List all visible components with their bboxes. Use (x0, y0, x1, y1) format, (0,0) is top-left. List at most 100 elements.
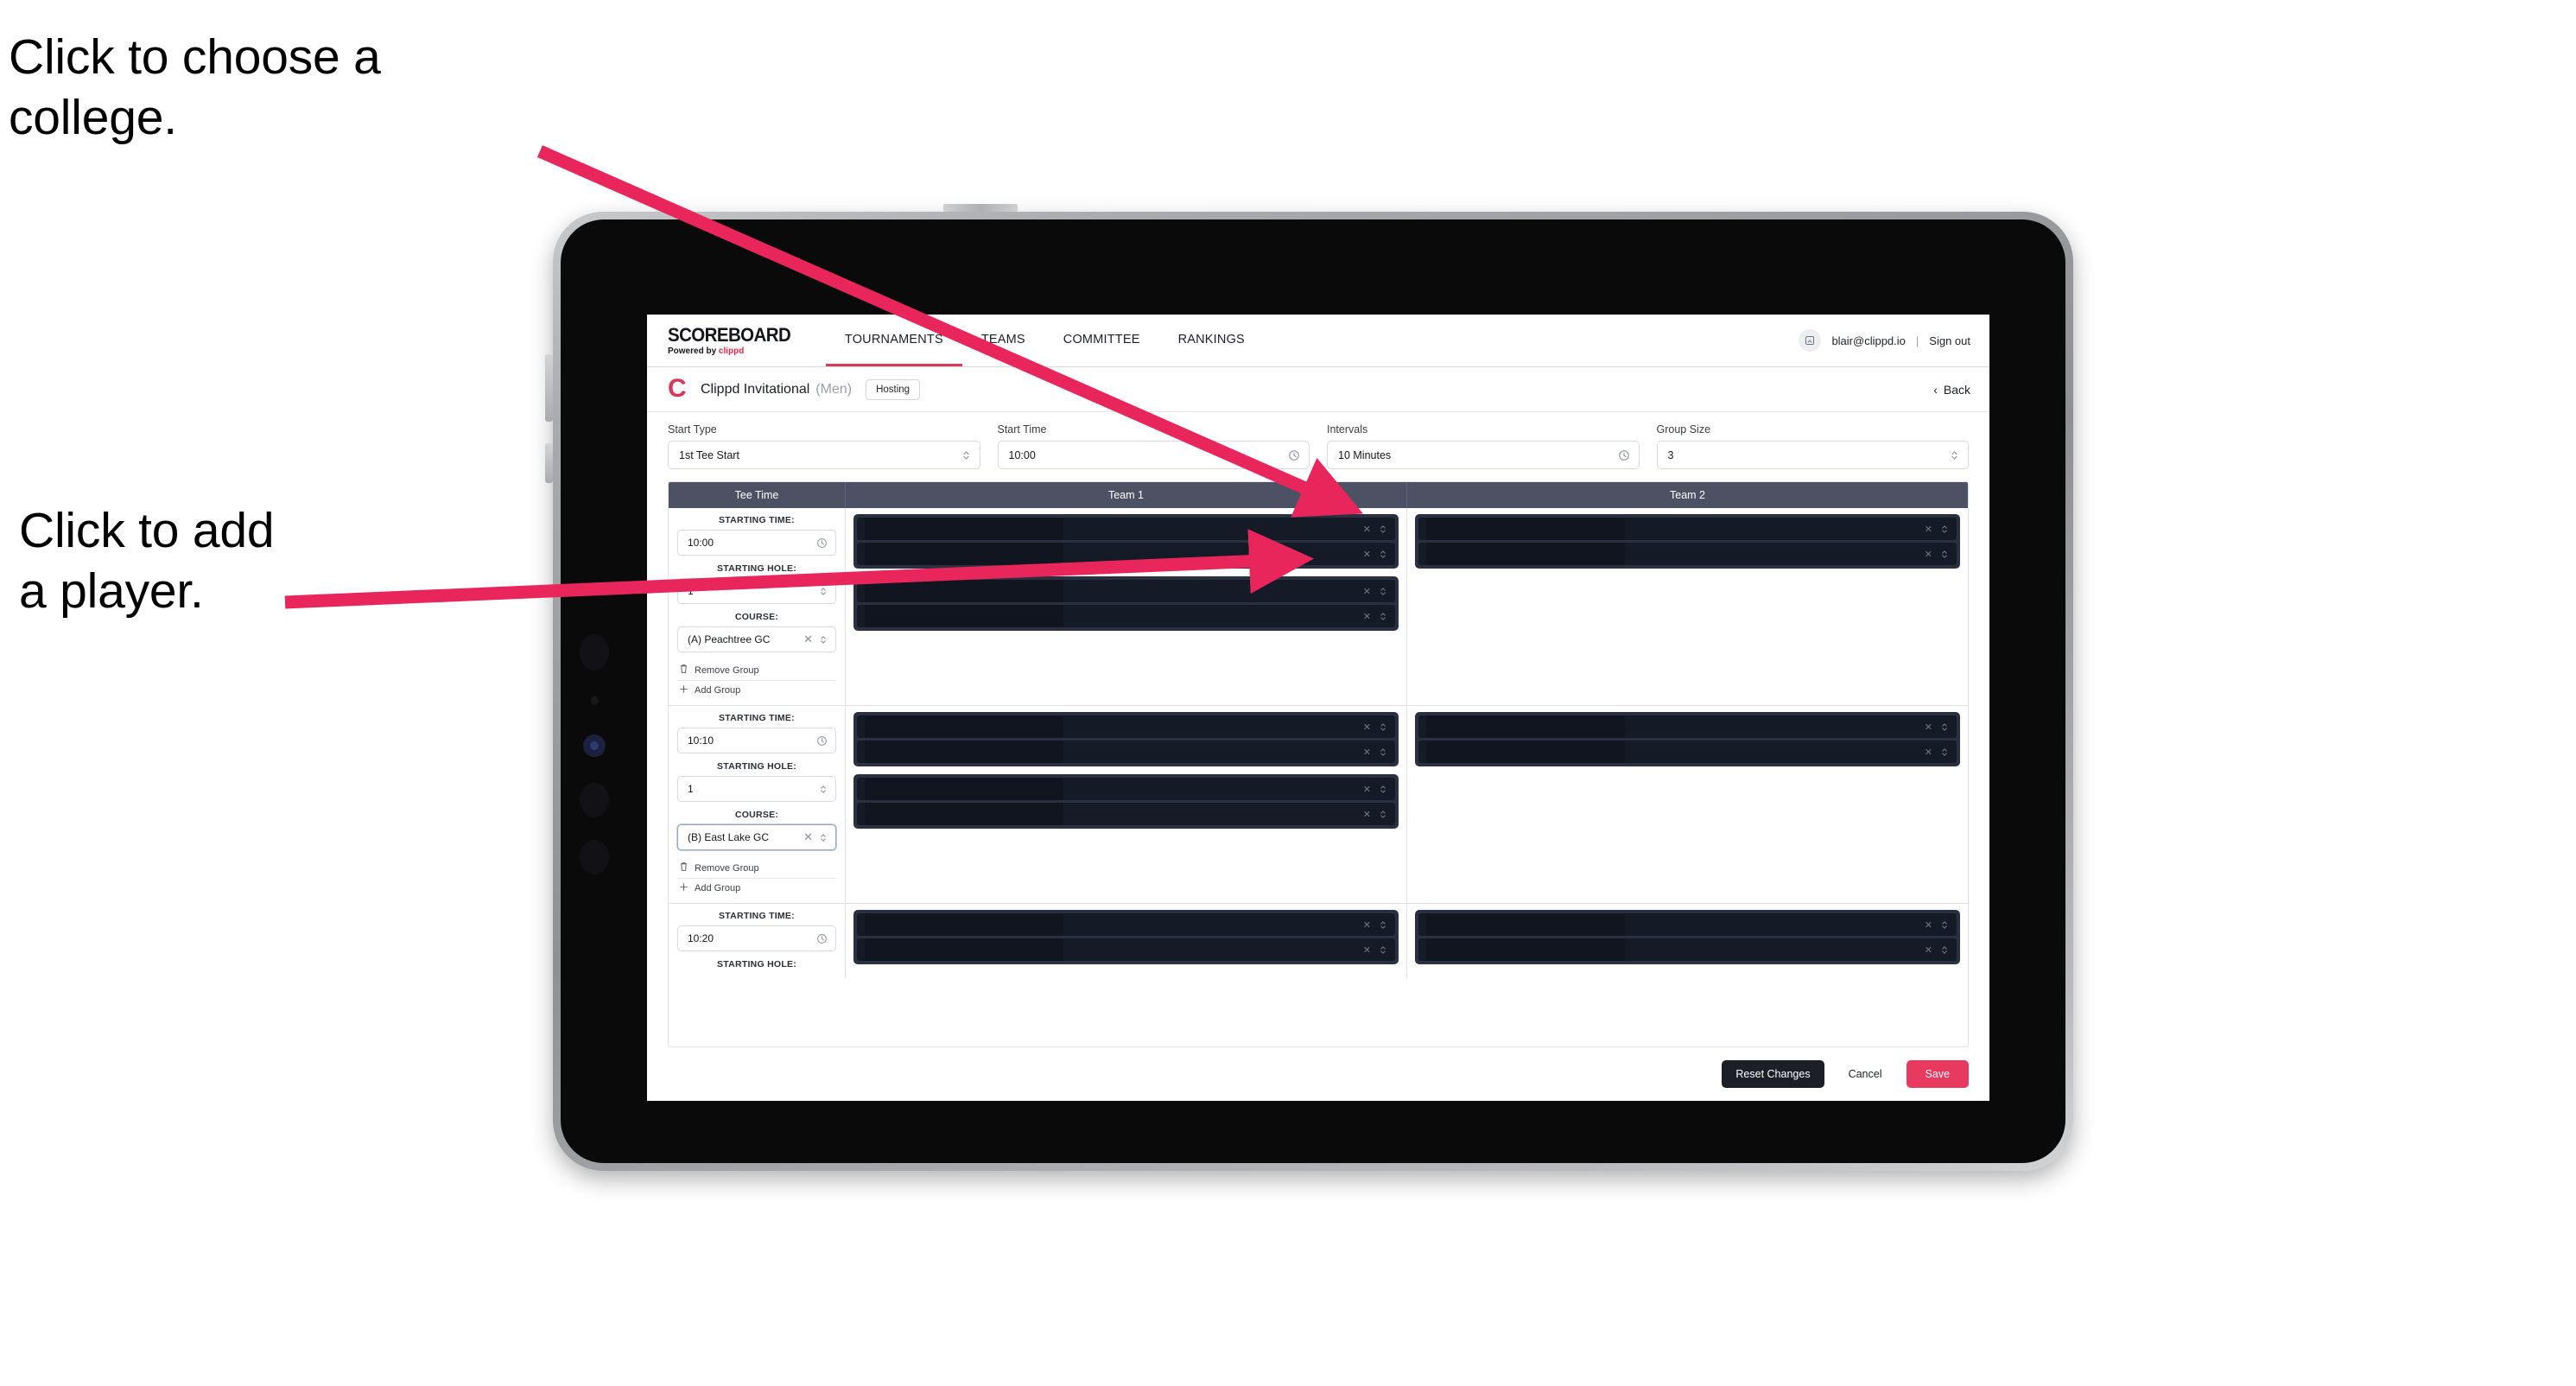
course-select[interactable]: (A) Peachtree GC ✕ (677, 626, 836, 652)
remove-group-button[interactable]: Remove Group (677, 660, 836, 681)
team-2-cell: ✕ ✕ (1407, 706, 1968, 903)
close-icon[interactable]: ✕ (1925, 722, 1932, 733)
team-1-cell: ✕ ✕ ✕ ✕ (846, 508, 1407, 705)
starting-hole-value: 1 (688, 783, 694, 795)
intervals-input[interactable]: 10 Minutes (1327, 441, 1640, 469)
save-button[interactable]: Save (1906, 1060, 1969, 1088)
close-icon[interactable]: ✕ (803, 633, 813, 646)
nav-tabs: TOURNAMENTS TEAMS COMMITTEE RANKINGS (825, 315, 1264, 366)
user-avatar-icon[interactable] (1799, 329, 1822, 352)
start-time-value: 10:00 (1008, 448, 1036, 461)
tee-time-group-row: STARTING TIME: 10:20 STARTING HOLE: ✕ ✕ ✕ ✕ (669, 904, 1968, 979)
close-icon[interactable]: ✕ (803, 830, 813, 844)
player-row[interactable]: ✕ (857, 741, 1395, 763)
player-row[interactable]: ✕ (857, 778, 1395, 800)
course-value: (B) East Lake GC (688, 831, 770, 843)
close-icon[interactable]: ✕ (1363, 784, 1371, 795)
player-row[interactable]: ✕ (857, 913, 1395, 936)
stepper-icon (819, 586, 828, 597)
close-icon[interactable]: ✕ (1363, 944, 1371, 956)
nav-tab-tournaments[interactable]: TOURNAMENTS (825, 315, 962, 366)
starting-time-input[interactable]: 10:00 (677, 530, 836, 556)
add-group-label: Add Group (695, 883, 741, 893)
close-icon[interactable]: ✕ (1925, 919, 1932, 931)
nav-tab-rankings[interactable]: RANKINGS (1159, 315, 1264, 366)
player-row[interactable]: ✕ (857, 580, 1395, 602)
stepper-icon[interactable] (1940, 524, 1949, 535)
close-icon[interactable]: ✕ (1925, 944, 1932, 956)
chevron-left-icon: ‹ (1933, 382, 1938, 397)
add-group-button[interactable]: Add Group (677, 879, 836, 898)
player-row[interactable]: ✕ (857, 518, 1395, 540)
close-icon[interactable]: ✕ (1925, 524, 1932, 535)
start-time-input[interactable]: 10:00 (997, 441, 1310, 469)
tournament-gender: (Men) (815, 381, 853, 397)
stepper-icon[interactable] (1379, 944, 1387, 956)
trash-icon (679, 861, 688, 874)
close-icon[interactable]: ✕ (1363, 611, 1371, 622)
stepper-icon (961, 449, 971, 461)
group-size-select[interactable]: 3 (1656, 441, 1969, 469)
reset-changes-button[interactable]: Reset Changes (1722, 1060, 1824, 1088)
sign-out-link[interactable]: Sign out (1929, 334, 1970, 347)
stepper-icon[interactable] (1379, 747, 1387, 758)
starting-hole-input[interactable]: 1 (677, 776, 836, 802)
table-header-row: Tee Time Team 1 Team 2 (669, 482, 1968, 508)
stepper-icon[interactable] (1940, 919, 1949, 931)
stepper-icon[interactable] (1379, 784, 1387, 795)
player-row[interactable]: ✕ (1418, 741, 1957, 763)
stepper-icon[interactable] (1940, 944, 1949, 956)
player-row[interactable]: ✕ (857, 543, 1395, 565)
player-name-redacted (1426, 741, 1625, 763)
remove-group-button[interactable]: Remove Group (677, 858, 836, 879)
stepper-icon[interactable] (1379, 809, 1387, 820)
control-intervals: Intervals 10 Minutes (1327, 423, 1640, 469)
cancel-button[interactable]: Cancel (1837, 1060, 1894, 1088)
stepper-icon[interactable] (1379, 549, 1387, 560)
player-row[interactable]: ✕ (1418, 938, 1957, 961)
close-icon[interactable]: ✕ (1925, 549, 1932, 560)
starting-hole-input[interactable]: 1 (677, 578, 836, 604)
tablet-top-port-icon (943, 204, 1018, 212)
starting-time-input[interactable]: 10:20 (677, 925, 836, 951)
control-start-type-label: Start Type (668, 423, 717, 436)
stepper-icon[interactable] (1379, 919, 1387, 931)
starting-hole-label: STARTING HOLE: (717, 959, 796, 970)
stepper-icon[interactable] (1940, 747, 1949, 758)
player-row[interactable]: ✕ (1418, 715, 1957, 738)
close-icon[interactable]: ✕ (1363, 747, 1371, 758)
player-row[interactable]: ✕ (857, 605, 1395, 627)
footer-actions: Reset Changes Cancel Save (647, 1047, 1989, 1101)
stepper-icon[interactable] (1940, 722, 1949, 733)
close-icon[interactable]: ✕ (1363, 524, 1371, 535)
player-row[interactable]: ✕ (857, 715, 1395, 738)
nav-tab-committee[interactable]: COMMITTEE (1044, 315, 1159, 366)
nav-tab-teams[interactable]: TEAMS (962, 315, 1044, 366)
stepper-icon[interactable] (1379, 524, 1387, 535)
close-icon[interactable]: ✕ (1363, 549, 1371, 560)
stepper-icon[interactable] (1379, 611, 1387, 622)
course-select[interactable]: (B) East Lake GC ✕ (677, 824, 836, 850)
close-icon[interactable]: ✕ (1363, 919, 1371, 931)
player-row[interactable]: ✕ (1418, 518, 1957, 540)
starting-time-input[interactable]: 10:10 (677, 728, 836, 753)
back-button[interactable]: ‹ Back (1933, 383, 1970, 397)
start-type-select[interactable]: 1st Tee Start (668, 441, 980, 469)
close-icon[interactable]: ✕ (1363, 722, 1371, 733)
stepper-icon[interactable] (1379, 722, 1387, 733)
player-row[interactable]: ✕ (857, 938, 1395, 961)
stepper-icon[interactable] (1940, 549, 1949, 560)
starting-hole-label: STARTING HOLE: (717, 761, 796, 772)
close-icon[interactable]: ✕ (1363, 586, 1371, 597)
table-body: STARTING TIME: 10:00 STARTING HOLE: 1 COURSE… (669, 508, 1968, 1046)
player-row[interactable]: ✕ (857, 803, 1395, 825)
player-row[interactable]: ✕ (1418, 913, 1957, 936)
close-icon[interactable]: ✕ (1925, 747, 1932, 758)
close-icon[interactable]: ✕ (1363, 809, 1371, 820)
stepper-icon[interactable] (1379, 586, 1387, 597)
brand-title: SCOREBOARD (668, 323, 791, 346)
add-group-button[interactable]: Add Group (677, 681, 836, 700)
player-row[interactable]: ✕ (1418, 543, 1957, 565)
brand-subtitle-prefix: Powered by (668, 346, 719, 356)
brand-logo[interactable]: SCOREBOARD Powered by clippd (668, 315, 826, 366)
